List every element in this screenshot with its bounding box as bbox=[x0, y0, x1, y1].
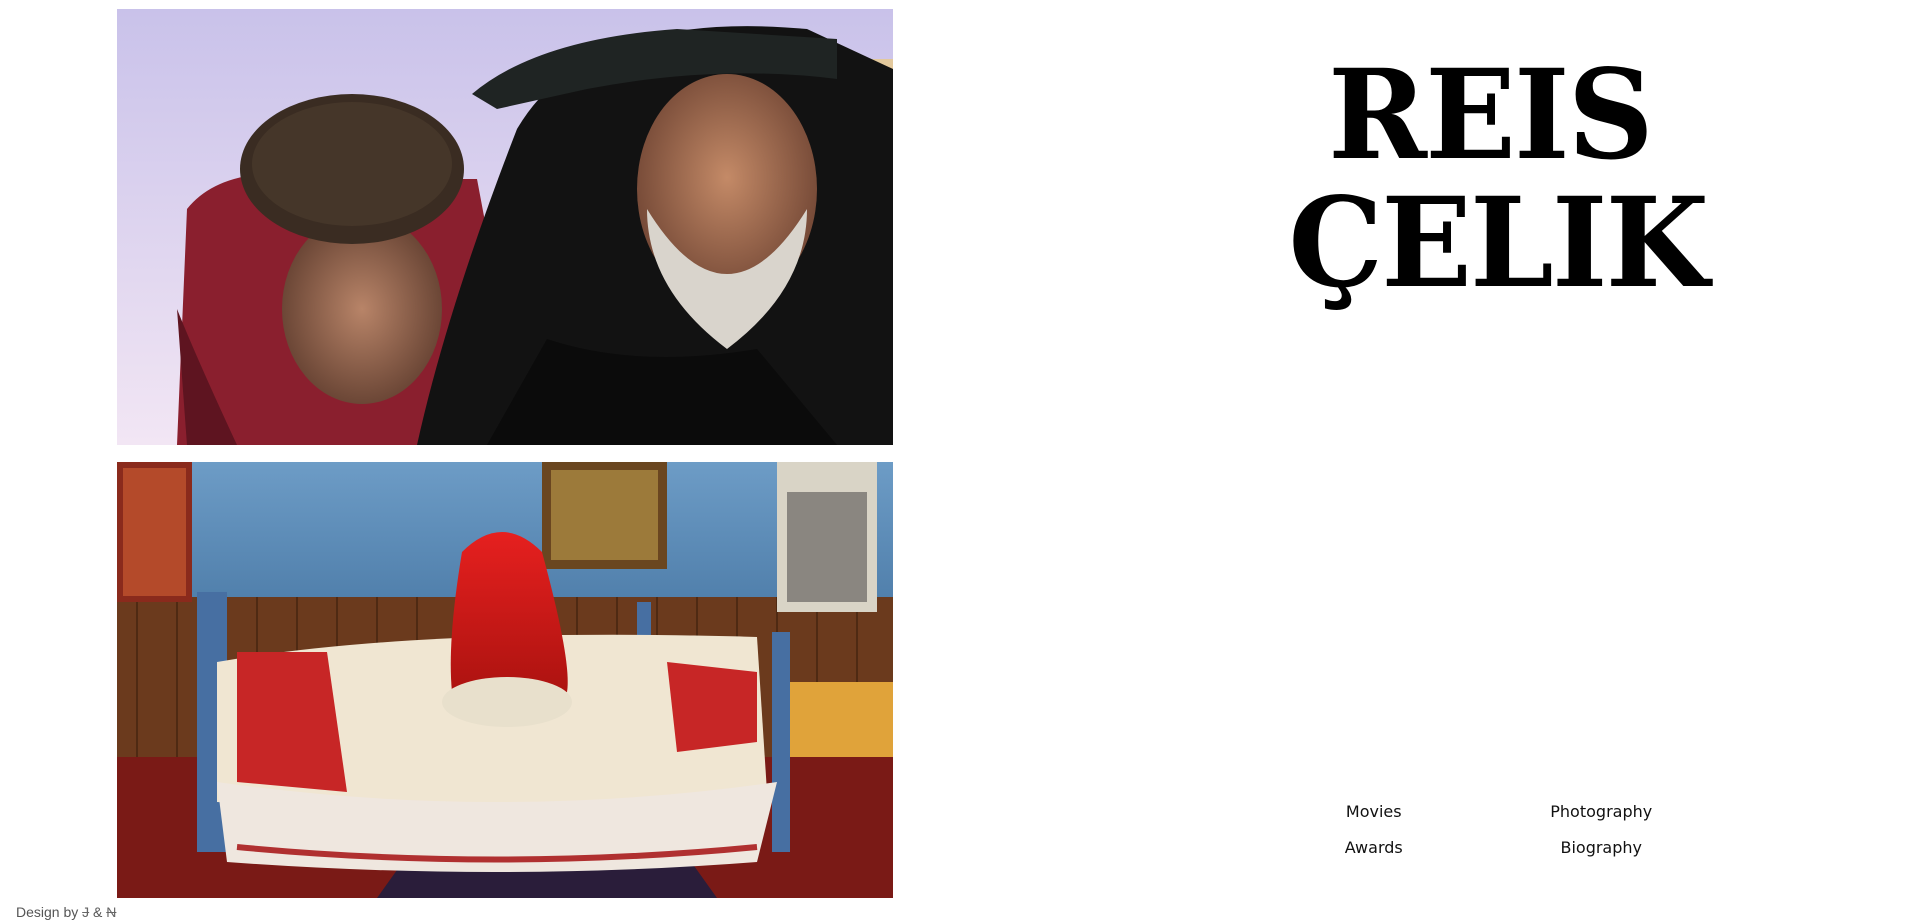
photo-bride-image bbox=[117, 462, 893, 898]
title-line-last: ÇELIK bbox=[1288, 171, 1709, 316]
credit-mark-n[interactable]: N bbox=[106, 904, 116, 920]
nav-link-awards[interactable]: Awards bbox=[1260, 838, 1488, 858]
credit-prefix: Design by bbox=[16, 904, 79, 920]
main-navigation: Movies Photography Awards Biography bbox=[1260, 802, 1715, 858]
design-credit: Design by J & N bbox=[16, 904, 116, 920]
photo-bride-in-red-veil-on-bed[interactable] bbox=[117, 462, 893, 898]
page-title: REIS ÇELIK bbox=[1288, 43, 1709, 316]
photo-gallery bbox=[117, 9, 893, 898]
photo-elderly-men-image bbox=[117, 9, 893, 445]
credit-ampersand: & bbox=[93, 904, 103, 920]
title-line-first: REIS bbox=[1328, 43, 1654, 188]
page: REIS ÇELIK Movies Photography Awards Bio… bbox=[0, 0, 1920, 920]
photo-elderly-men-in-hats[interactable] bbox=[117, 9, 893, 445]
credit-mark-j[interactable]: J bbox=[82, 904, 89, 920]
nav-link-biography[interactable]: Biography bbox=[1488, 838, 1716, 858]
nav-link-movies[interactable]: Movies bbox=[1260, 802, 1488, 822]
nav-link-photography[interactable]: Photography bbox=[1488, 802, 1716, 822]
